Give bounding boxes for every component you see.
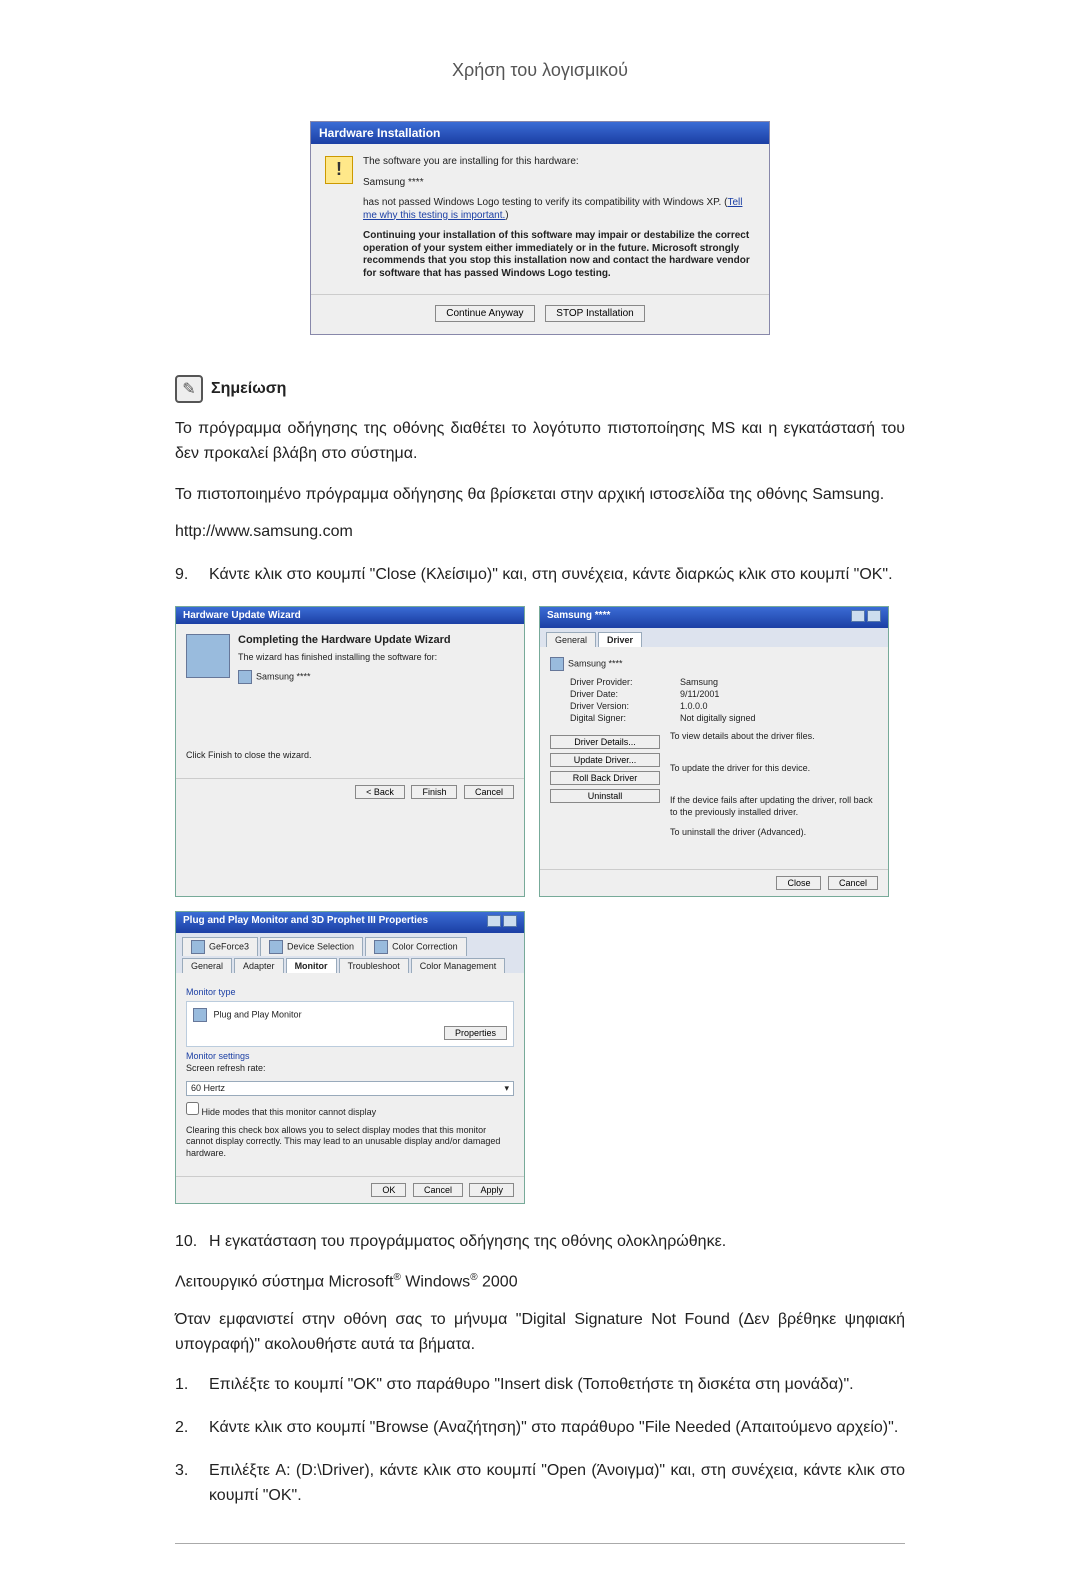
wizard-text: The wizard has finished installing the s… <box>186 652 514 664</box>
monitor-icon <box>193 1008 207 1022</box>
stop-installation-button[interactable]: STOP Installation <box>545 305 644 322</box>
continue-anyway-button[interactable]: Continue Anyway <box>435 305 534 322</box>
step-text: Κάντε κλικ στο κουμπί "Close (Κλείσιμο)"… <box>209 563 905 588</box>
warning-icon <box>325 156 353 184</box>
value: 9/11/2001 <box>680 689 878 699</box>
apply-button[interactable]: Apply <box>469 1183 514 1197</box>
value: Not digitally signed <box>680 713 878 723</box>
button-desc: To uninstall the driver (Advanced). <box>670 827 878 853</box>
rollback-driver-button[interactable]: Roll Back Driver <box>550 771 660 785</box>
hardware-update-wizard-dialog: Hardware Update Wizard Completing the Ha… <box>175 606 525 897</box>
tab-general[interactable]: General <box>546 632 596 647</box>
refresh-rate-label: Screen refresh rate: <box>186 1063 514 1075</box>
dialog-device: Samsung **** <box>363 177 755 190</box>
cancel-button[interactable]: Cancel <box>464 785 514 799</box>
dialog-line: The software you are installing for this… <box>363 156 755 169</box>
dialog-title: Hardware Update Wizard <box>183 610 301 621</box>
button-desc: To update the driver for this device. <box>670 763 878 789</box>
section-label: Monitor type <box>186 987 514 997</box>
cancel-button[interactable]: Cancel <box>413 1183 463 1197</box>
step-number: 10. <box>175 1230 209 1255</box>
step-text: Κάντε κλικ στο κουμπί "Browse (Αναζήτηση… <box>209 1416 905 1441</box>
footer-rule <box>175 1543 905 1544</box>
button-desc: If the device fails after updating the d… <box>670 795 878 821</box>
checkbox-label: Hide modes that this monitor cannot disp… <box>202 1107 377 1117</box>
update-driver-button[interactable]: Update Driver... <box>550 753 660 767</box>
tab-color-management[interactable]: Color Management <box>411 958 506 973</box>
note-paragraph: Το πρόγραμμα οδήγησης της οθόνης διαθέτε… <box>175 417 905 467</box>
step-text: Επιλέξτε το κουμπί "OK" στο παράθυρο "In… <box>209 1373 905 1398</box>
label: Driver Provider: <box>570 677 680 687</box>
device-icon <box>238 670 252 684</box>
wizard-device: Samsung **** <box>256 671 311 681</box>
monitor-type-value: Plug and Play Monitor <box>214 1010 302 1020</box>
step-number: 1. <box>175 1373 209 1398</box>
note-icon <box>175 375 203 403</box>
samsung-url: http://www.samsung.com <box>175 523 905 541</box>
driver-properties-dialog: Samsung **** General Driver Samsung ****… <box>539 606 889 897</box>
nvidia-icon <box>191 940 205 954</box>
device-icon <box>550 657 564 671</box>
page-title: Χρήση του λογισμικού <box>175 60 905 81</box>
step-text: Επιλέξτε A: (D:\Driver), κάντε κλικ στο … <box>209 1459 905 1509</box>
tab-monitor[interactable]: Monitor <box>286 958 337 973</box>
label: Driver Version: <box>570 701 680 711</box>
note-label: Σημείωση <box>211 380 286 398</box>
chevron-down-icon: ▾ <box>504 1083 509 1094</box>
dialog-title: Plug and Play Monitor and 3D Prophet III… <box>183 915 428 930</box>
wizard-heading: Completing the Hardware Update Wizard <box>186 634 514 646</box>
help-icon[interactable] <box>851 610 865 622</box>
monitor-properties-dialog: Plug and Play Monitor and 3D Prophet III… <box>175 911 525 1203</box>
step-number: 9. <box>175 563 209 588</box>
wizard-icon <box>186 634 230 678</box>
value: Samsung <box>680 677 878 687</box>
hide-modes-checkbox[interactable] <box>186 1102 199 1115</box>
dialog-title: Hardware Installation <box>311 122 769 144</box>
finish-button[interactable]: Finish <box>411 785 457 799</box>
cancel-button[interactable]: Cancel <box>828 876 878 890</box>
os-heading: Λειτουργικό σύστημα Microsoft® Windows® … <box>175 1272 905 1291</box>
tab-general[interactable]: General <box>182 958 232 973</box>
properties-button[interactable]: Properties <box>444 1026 507 1040</box>
button-desc: To view details about the driver files. <box>670 731 878 757</box>
close-icon[interactable] <box>867 610 881 622</box>
dialog-line: has not passed Windows Logo testing to v… <box>363 197 755 222</box>
value: 1.0.0.0 <box>680 701 878 711</box>
intro-paragraph: Όταν εμφανιστεί στην οθόνη σας το μήνυμα… <box>175 1308 905 1358</box>
dialog-title: Samsung **** <box>547 610 610 625</box>
tab-device-selection[interactable]: Device Selection <box>260 937 363 956</box>
wizard-text: Click Finish to close the wizard. <box>186 750 514 762</box>
step-number: 3. <box>175 1459 209 1509</box>
device-name: Samsung **** <box>568 659 623 669</box>
tab-adapter[interactable]: Adapter <box>234 958 284 973</box>
tab-color-correction[interactable]: Color Correction <box>365 937 467 956</box>
tab-geforce[interactable]: GeForce3 <box>182 937 258 956</box>
tab-driver[interactable]: Driver <box>598 632 642 647</box>
hardware-installation-dialog: Hardware Installation The software you a… <box>310 121 770 335</box>
refresh-rate-dropdown[interactable]: 60 Hertz ▾ <box>186 1081 514 1096</box>
checkbox-help: Clearing this check box allows you to se… <box>186 1125 514 1160</box>
ok-button[interactable]: OK <box>371 1183 406 1197</box>
nvidia-icon <box>269 940 283 954</box>
driver-details-button[interactable]: Driver Details... <box>550 735 660 749</box>
note-paragraph: Το πιστοποιημένο πρόγραμμα οδήγησης θα β… <box>175 483 905 508</box>
close-button[interactable]: Close <box>776 876 821 890</box>
tab-troubleshoot[interactable]: Troubleshoot <box>339 958 409 973</box>
help-icon[interactable] <box>487 915 501 927</box>
label: Digital Signer: <box>570 713 680 723</box>
close-icon[interactable] <box>503 915 517 927</box>
step-text: Η εγκατάσταση του προγράμματος οδήγησης … <box>209 1230 905 1255</box>
dialog-warning-text: Continuing your installation of this sof… <box>363 230 755 280</box>
back-button[interactable]: < Back <box>355 785 405 799</box>
section-label: Monitor settings <box>186 1051 514 1061</box>
step-number: 2. <box>175 1416 209 1441</box>
uninstall-button[interactable]: Uninstall <box>550 789 660 803</box>
label: Driver Date: <box>570 689 680 699</box>
nvidia-icon <box>374 940 388 954</box>
